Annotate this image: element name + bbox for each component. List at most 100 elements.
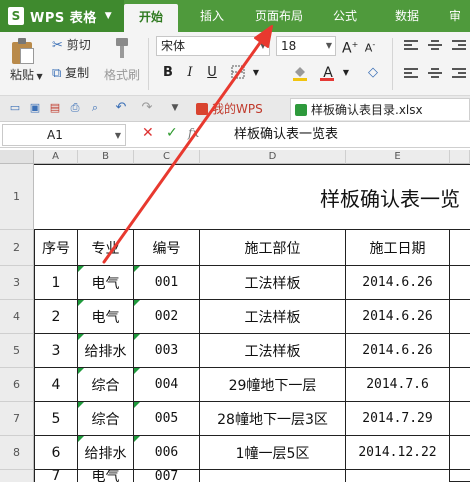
insert-function-button[interactable]: fx	[188, 126, 199, 140]
table-cell-location[interactable]: 1幢一层5区	[200, 436, 346, 470]
table-cell-code[interactable]: 001	[134, 266, 200, 300]
row-header[interactable]: 1	[0, 164, 34, 230]
table-cell-index[interactable]: 1	[34, 266, 78, 300]
row-header[interactable]	[0, 470, 34, 482]
table-cell-code[interactable]: 002	[134, 300, 200, 334]
table-cell-location[interactable]: 工法样板	[200, 334, 346, 368]
print-icon[interactable]: ⎙	[68, 101, 82, 115]
increase-font-icon[interactable]: A+	[342, 36, 358, 57]
table-cell-next[interactable]	[450, 334, 470, 368]
column-header-a[interactable]: A	[34, 150, 78, 164]
formula-input[interactable]: 样板确认表一览表	[222, 124, 470, 146]
font-size-select[interactable]: 18 ▼	[276, 36, 336, 56]
table-cell-discipline[interactable]: 电气	[78, 300, 134, 334]
font-color-icon[interactable]: A	[318, 64, 338, 82]
row-header[interactable]: 4	[0, 300, 34, 334]
table-cell-location[interactable]: 28幢地下一层3区	[200, 402, 346, 436]
column-header-e[interactable]: E	[346, 150, 450, 164]
underline-button[interactable]: U	[204, 64, 220, 82]
table-cell-date[interactable]: 2014.6.26	[346, 266, 450, 300]
table-cell-location[interactable]	[200, 470, 346, 482]
tab-data[interactable]: 数据	[384, 0, 430, 32]
redo-icon[interactable]: ↷	[140, 101, 154, 115]
align-top-icon[interactable]	[404, 40, 418, 52]
table-cell-discipline[interactable]: 电气	[78, 266, 134, 300]
row-header[interactable]: 2	[0, 230, 34, 266]
table-cell-code[interactable]: 006	[134, 436, 200, 470]
format-painter-icon[interactable]	[110, 36, 134, 60]
tab-home[interactable]: 开始	[124, 4, 178, 32]
column-header-c[interactable]: C	[134, 150, 200, 164]
border-icon[interactable]	[228, 64, 248, 82]
format-painter-label[interactable]: 格式刷	[104, 66, 140, 83]
table-cell-next[interactable]	[450, 470, 470, 482]
italic-button[interactable]: I	[182, 64, 198, 82]
tab-insert[interactable]: 插入	[186, 0, 238, 32]
table-cell-discipline[interactable]: 电气	[78, 470, 134, 482]
table-cell-discipline[interactable]: 综合	[78, 402, 134, 436]
table-cell-index[interactable]: 3	[34, 334, 78, 368]
sheet-title-cell[interactable]: 样板确认表一览	[34, 164, 470, 230]
header-cell-code[interactable]: 编号	[134, 230, 200, 266]
decrease-font-icon[interactable]: A-	[362, 36, 378, 55]
table-cell-next[interactable]	[450, 266, 470, 300]
table-cell-date[interactable]: 2014.6.26	[346, 300, 450, 334]
table-cell-index[interactable]: 6	[34, 436, 78, 470]
table-cell-discipline[interactable]: 综合	[78, 368, 134, 402]
tab-page-layout[interactable]: 页面布局	[246, 0, 312, 32]
table-cell-date[interactable]: 2014.12.22	[346, 436, 450, 470]
paste-icon[interactable]	[12, 38, 36, 64]
table-cell-date[interactable]: 2014.6.26	[346, 334, 450, 368]
app-menu-button[interactable]: S WPS 表格 ▼	[0, 0, 124, 32]
table-cell-location[interactable]: 工法样板	[200, 300, 346, 334]
cell-name-box[interactable]: A1 ▼	[2, 124, 126, 146]
header-cell-date[interactable]: 施工日期	[346, 230, 450, 266]
font-name-select[interactable]: 宋体 ▼	[156, 36, 270, 56]
paste-button[interactable]: 粘贴 ▼	[10, 66, 43, 83]
doc-tab-file[interactable]: 样板确认表目录.xlsx	[290, 98, 470, 120]
table-cell-location[interactable]: 29幢地下一层	[200, 368, 346, 402]
table-cell-index[interactable]: 4	[34, 368, 78, 402]
row-header[interactable]: 3	[0, 266, 34, 300]
table-cell-date[interactable]: 2014.7.29	[346, 402, 450, 436]
table-cell-code[interactable]: 005	[134, 402, 200, 436]
table-cell-next[interactable]	[450, 368, 470, 402]
row-header[interactable]: 6	[0, 368, 34, 402]
select-all-corner[interactable]	[0, 150, 34, 164]
cut-button[interactable]: ✂ 剪切	[52, 36, 91, 53]
undo-icon[interactable]: ↶	[114, 101, 128, 115]
row-header[interactable]: 8	[0, 436, 34, 470]
header-cell-discipline[interactable]: 专业	[78, 230, 134, 266]
confirm-icon[interactable]: ✓	[166, 125, 178, 141]
row-header[interactable]: 5	[0, 334, 34, 368]
header-cell-location[interactable]: 施工部位	[200, 230, 346, 266]
table-cell-date[interactable]	[346, 470, 450, 482]
column-header-d[interactable]: D	[200, 150, 346, 164]
fill-color-icon[interactable]	[290, 64, 310, 82]
tab-formula[interactable]: 公式	[322, 0, 368, 32]
tab-review[interactable]: 审	[440, 0, 470, 32]
align-middle-icon[interactable]	[428, 40, 442, 52]
align-right-icon[interactable]	[452, 68, 466, 80]
table-cell-location[interactable]: 工法样板	[200, 266, 346, 300]
doc-tab-my-wps[interactable]: 我的WPS	[192, 98, 282, 120]
row-header[interactable]: 7	[0, 402, 34, 436]
table-cell-code[interactable]: 007	[134, 470, 200, 482]
align-left-icon[interactable]	[404, 68, 418, 80]
chevron-down-icon[interactable]: ▼	[168, 101, 182, 115]
table-cell-next[interactable]	[450, 300, 470, 334]
table-cell-code[interactable]: 003	[134, 334, 200, 368]
cancel-icon[interactable]: ✕	[142, 125, 154, 141]
column-header-b[interactable]: B	[78, 150, 134, 164]
column-header-next[interactable]	[450, 150, 470, 164]
table-cell-next[interactable]	[450, 436, 470, 470]
table-cell-index[interactable]: 2	[34, 300, 78, 334]
table-cell-code[interactable]: 004	[134, 368, 200, 402]
table-cell-discipline[interactable]: 给排水	[78, 334, 134, 368]
copy-button[interactable]: ⧉ 复制	[52, 64, 89, 81]
chevron-down-icon[interactable]: ▼	[342, 64, 350, 82]
export-pdf-icon[interactable]: ▤	[48, 101, 62, 115]
header-cell-index[interactable]: 序号	[34, 230, 78, 266]
table-cell-index[interactable]: 7	[34, 470, 78, 482]
header-cell-next[interactable]	[450, 230, 470, 266]
